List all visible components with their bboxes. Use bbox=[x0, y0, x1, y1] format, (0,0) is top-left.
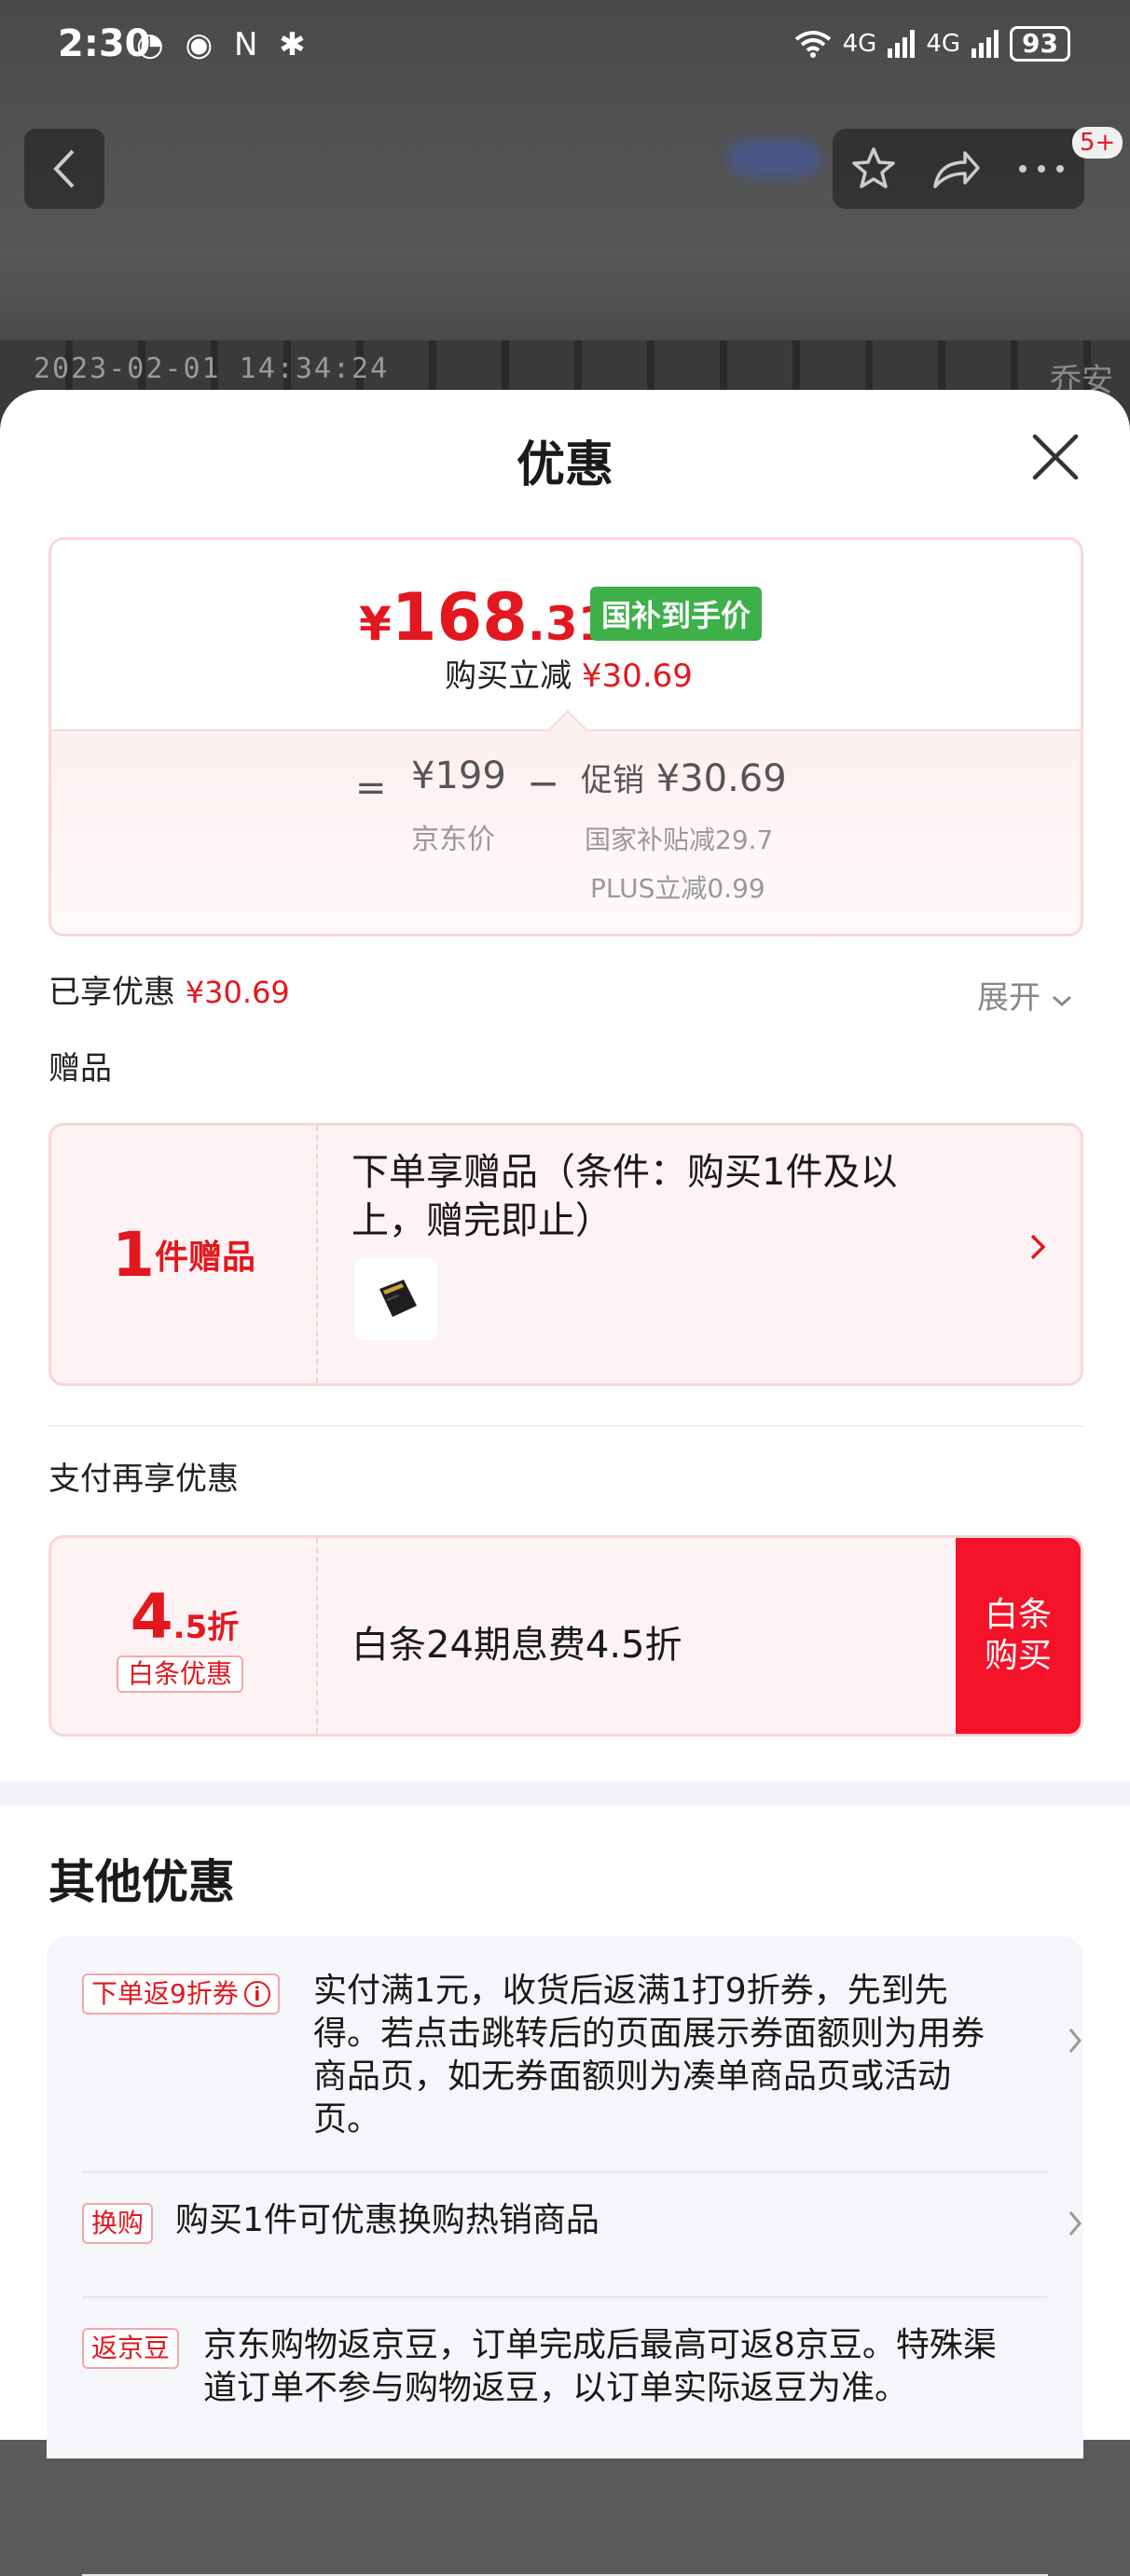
subsidy-detail: 国家补贴减29.7 bbox=[585, 824, 774, 855]
enjoyed-discount: 已享优惠 ¥30.69 bbox=[48, 966, 290, 1012]
payment-discount-rest: .5折 bbox=[172, 1609, 240, 1646]
chevron-down-icon bbox=[1052, 995, 1071, 1007]
list-item[interactable]: 换购 购买1件可优惠换购热销商品 bbox=[82, 2201, 1082, 2259]
jingdou-description: 京东购物返京豆，订单完成后最高可返8京豆。特殊渠道订单不参与购物返豆，以订单实际… bbox=[203, 2326, 997, 2407]
network-label-1: 4G bbox=[842, 30, 877, 58]
signal-icon-2 bbox=[972, 30, 999, 58]
row-divider bbox=[82, 2171, 1048, 2173]
baitiao-tag: 白条优惠 bbox=[117, 1655, 244, 1693]
background-timestamp: 2023-02-01 14:34:24 bbox=[34, 353, 390, 385]
buy-button-line2: 购买 bbox=[984, 1637, 1052, 1675]
payment-heading: 支付再享优惠 bbox=[48, 1461, 239, 1498]
close-icon[interactable] bbox=[1027, 429, 1083, 485]
back-button[interactable] bbox=[24, 129, 104, 209]
instant-cut: 购买立减 ¥30.69 bbox=[51, 650, 1081, 696]
jingdou-tag: 返京豆 bbox=[82, 2328, 180, 2369]
gift-count: 1 件赠品 bbox=[51, 1126, 318, 1383]
signal-icon-1 bbox=[888, 30, 916, 58]
gift-card[interactable]: 1 件赠品 下单享赠品（条件：购买1件及以上，赠完即止） bbox=[48, 1123, 1083, 1386]
payment-description: 白条24期息费4.5折 bbox=[351, 1624, 682, 1667]
payment-discount: 4.5折 bbox=[51, 1581, 318, 1653]
formula-area bbox=[51, 729, 1081, 934]
coupon-description: 实付满1元，收货后返满1打9折券，先到先得。若点击跳转后的页面展示券面额则为用券… bbox=[313, 1972, 985, 2139]
info-icon[interactable]: i bbox=[243, 1981, 270, 2007]
chevron-right-icon bbox=[1068, 2029, 1082, 2053]
baitiao-buy-button[interactable]: 白条 购买 bbox=[956, 1538, 1081, 1734]
expand-button[interactable]: 展开 bbox=[977, 972, 1073, 1018]
jd-price-value: ¥199 bbox=[411, 755, 506, 797]
enjoyed-value: ¥30.69 bbox=[185, 975, 290, 1010]
network-label-2: 4G bbox=[926, 30, 961, 58]
status-left-icons: ◔ ◉ N ✱ bbox=[136, 26, 311, 63]
background-page: 2023-02-01 14:34:24 乔安 2:30 ◔ ◉ N ✱ 4G 4… bbox=[0, 0, 1130, 434]
list-item[interactable]: 返京豆 京东购物返京豆，订单完成后最高可返8京豆。特殊渠道订单不参与购物返豆，以… bbox=[82, 2326, 1048, 2440]
promotion-total: 促销 ¥30.69 bbox=[581, 755, 787, 800]
section-divider bbox=[48, 1425, 1083, 1427]
other-promotions-heading: 其他优惠 bbox=[48, 1855, 235, 1909]
share-icon[interactable] bbox=[931, 147, 982, 190]
nav-actions bbox=[833, 129, 1084, 209]
expand-label: 展开 bbox=[977, 979, 1040, 1017]
jingdou-tag-label: 返京豆 bbox=[91, 2333, 171, 2363]
chevron-right-icon bbox=[1068, 2211, 1082, 2236]
chevron-left-icon bbox=[53, 149, 75, 188]
status-bar: 2:30 ◔ ◉ N ✱ 4G 4G 93 bbox=[0, 0, 1130, 93]
more-dots-icon[interactable] bbox=[1016, 162, 1067, 175]
coupon-tag: 下单返9折券 i bbox=[82, 1974, 280, 2015]
final-price: ¥168.31 bbox=[359, 579, 611, 656]
payment-offer-card[interactable]: 4.5折 白条优惠 白条24期息费4.5折 白条 购买 bbox=[48, 1535, 1083, 1737]
formula-minus: − bbox=[527, 760, 560, 806]
gift-count-number: 1 bbox=[112, 1218, 155, 1291]
payment-discount-int: 4 bbox=[130, 1581, 173, 1653]
enjoyed-label: 已享优惠 bbox=[48, 974, 175, 1011]
subsidy-price-tag: 国补到手价 bbox=[590, 587, 763, 641]
star-icon[interactable] bbox=[850, 145, 897, 192]
coupon-tag-label: 下单返9折券 bbox=[91, 1978, 239, 2009]
row-divider bbox=[82, 2296, 1048, 2298]
price-breakdown-card: ¥168.31 国补到手价 购买立减 ¥30.69 = ¥199 京东价 − 促… bbox=[48, 537, 1083, 936]
final-price-integer: 168 bbox=[391, 579, 528, 656]
instant-cut-value: ¥30.69 bbox=[581, 658, 693, 695]
message-badge: 5+ bbox=[1072, 127, 1123, 159]
promotions-sheet: 优惠 ¥168.31 国补到手价 购买立减 ¥30.69 = ¥199 京东价 … bbox=[0, 390, 1130, 2576]
section-gap bbox=[0, 1781, 1130, 1806]
payment-discount-block: 4.5折 白条优惠 bbox=[51, 1538, 318, 1734]
instant-cut-label: 购买立减 bbox=[445, 658, 572, 695]
gift-count-unit: 件赠品 bbox=[154, 1239, 255, 1277]
exchange-tag: 换购 bbox=[82, 2203, 154, 2244]
buy-button-line1: 白条 bbox=[984, 1596, 1052, 1634]
battery-icon: 93 bbox=[1010, 26, 1070, 62]
wifi-icon bbox=[794, 31, 831, 58]
plus-detail: PLUS立减0.99 bbox=[590, 873, 765, 904]
status-right-icons: 4G 4G 93 bbox=[794, 26, 1070, 62]
gift-thumbnail[interactable] bbox=[355, 1258, 437, 1340]
promotion-value: ¥30.69 bbox=[655, 757, 787, 800]
jd-price-label: 京东价 bbox=[411, 824, 495, 856]
other-promotions-list: 下单返9折券 i 实付满1元，收货后返满1打9折券，先到先得。若点击跳转后的页面… bbox=[47, 1936, 1083, 2576]
exchange-description: 购买1件可优惠换购热销商品 bbox=[175, 2201, 599, 2239]
gift-description: 下单享赠品（条件：购买1件及以上，赠完即止） bbox=[351, 1151, 898, 1242]
sheet-title: 优惠 bbox=[516, 437, 613, 493]
formula-equals: = bbox=[355, 767, 387, 810]
gift-heading: 赠品 bbox=[48, 1050, 112, 1087]
memory-card-icon bbox=[379, 1280, 417, 1317]
background-blur bbox=[727, 140, 820, 177]
chevron-right-icon bbox=[1030, 1234, 1046, 1260]
list-item[interactable]: 下单返9折券 i 实付满1元，收货后返满1打9折券，先到先得。若点击跳转后的页面… bbox=[82, 1972, 1082, 2151]
final-price-symbol: ¥ bbox=[359, 597, 392, 651]
promotion-label: 促销 bbox=[581, 762, 644, 799]
exchange-tag-label: 换购 bbox=[91, 2208, 145, 2238]
